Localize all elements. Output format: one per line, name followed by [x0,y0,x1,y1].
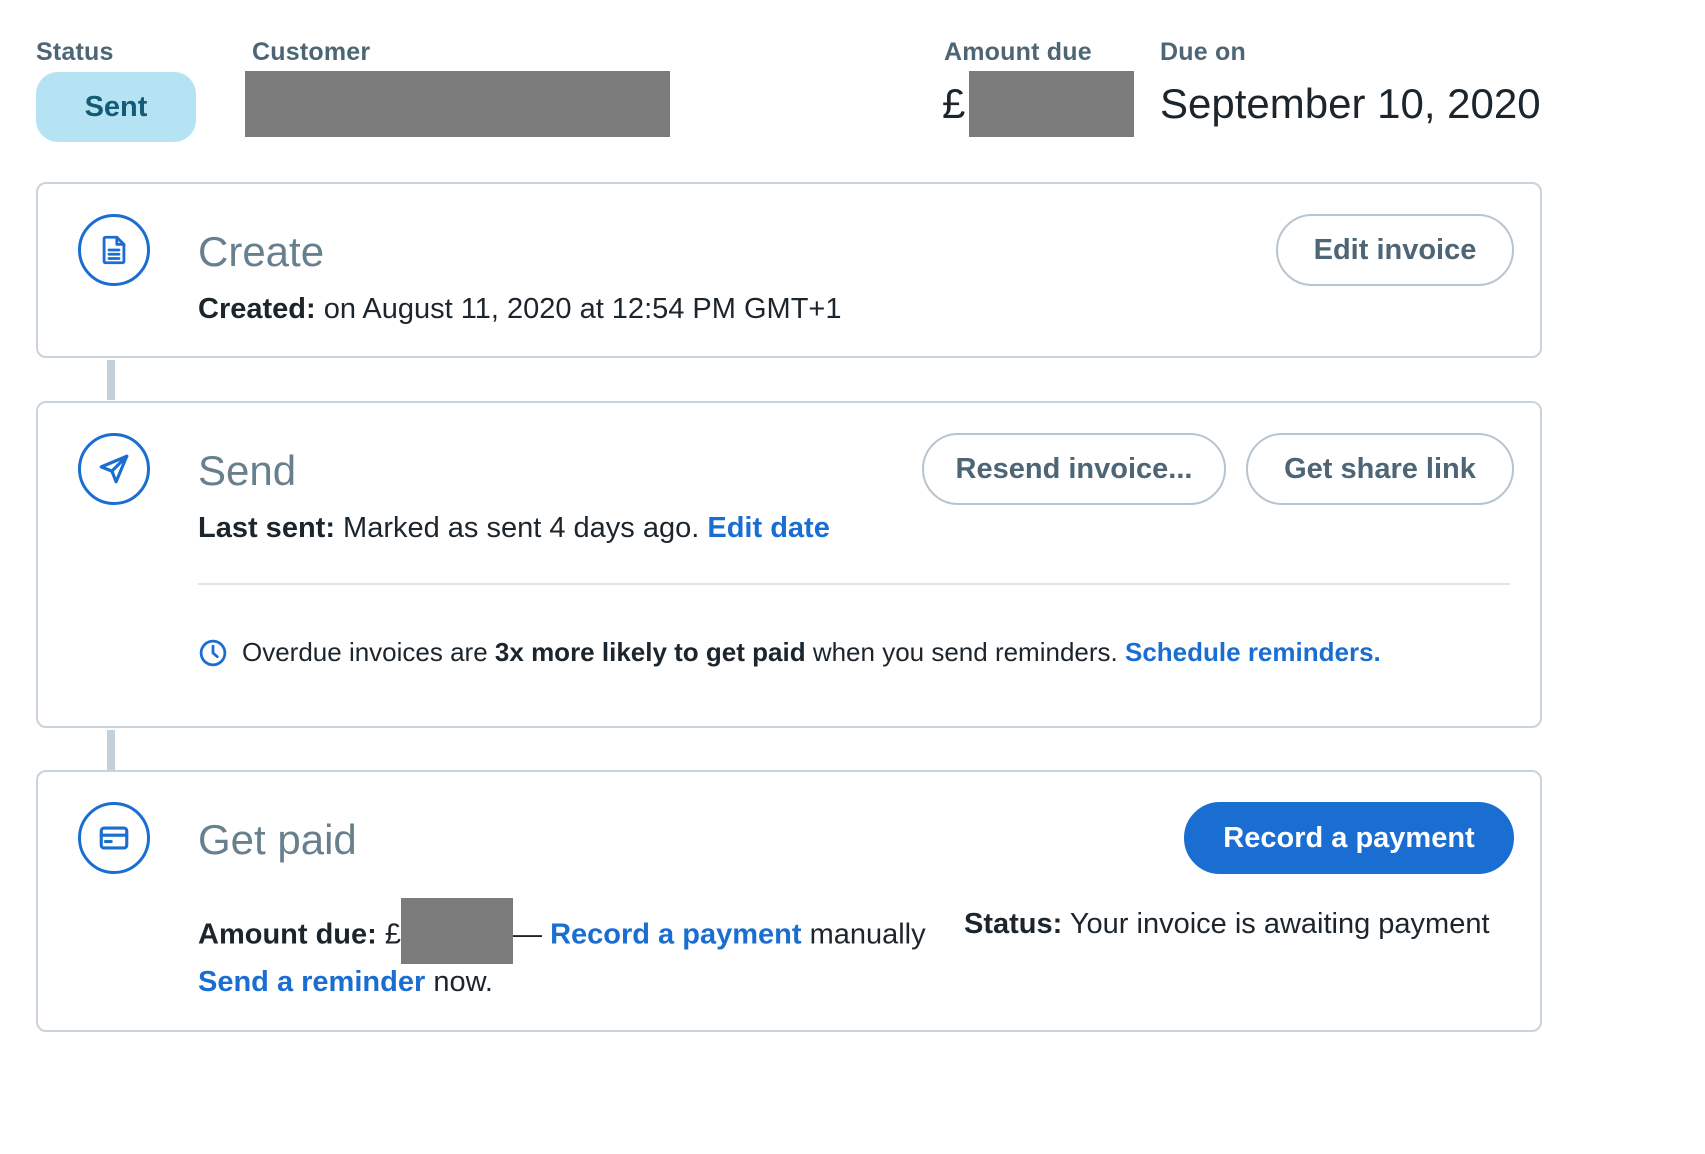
dash: — [513,918,543,951]
credit-card-icon [78,802,150,874]
status-label: Status [36,38,114,66]
record-payment-button[interactable]: Record a payment [1184,802,1514,874]
send-step-title: Send [198,447,297,494]
last-sent-value: Marked as sent 4 days ago. [343,512,700,544]
get-paid-step-title: Get paid [198,816,357,863]
reminder-suffix: now. [433,966,493,998]
reminder-tip: Overdue invoices are 3x more likely to g… [198,637,1381,668]
created-value: on August 11, 2020 at 12:54 PM GMT+1 [323,293,842,325]
timeline-connector [107,360,115,400]
record-payment-link[interactable]: Record a payment [550,919,801,951]
edit-date-link[interactable]: Edit date [707,512,829,544]
get-paid-step-card: Get paid Record a payment Amount due: £ —… [36,770,1542,1032]
status-badge: Sent [36,72,196,142]
payment-status-info: Status: Your invoice is awaiting payment [964,908,1490,941]
last-sent-info: Last sent: Marked as sent 4 days ago. Ed… [198,512,830,545]
due-on-value: September 10, 2020 [1160,80,1541,127]
create-step-card: Create Created: on August 11, 2020 at 12… [36,182,1542,358]
last-sent-label: Last sent: [198,512,335,544]
create-step-title: Create [198,228,325,275]
resend-invoice-button[interactable]: Resend invoice... [922,433,1226,505]
get-paid-amount-label: Amount due: [198,918,377,951]
send-reminder-link[interactable]: Send a reminder [198,966,425,998]
amount-due-currency: £ [942,80,966,127]
payment-status-label: Status: [964,908,1063,940]
get-share-link-button[interactable]: Get share link [1246,433,1514,505]
paper-plane-icon [78,433,150,505]
manually-text: manually [809,918,926,951]
due-on-label: Due on [1160,38,1246,66]
section-divider [198,583,1510,585]
amount-due-redacted [969,71,1134,137]
payment-status-value: Your invoice is awaiting payment [1069,908,1490,940]
get-paid-currency: £ [384,918,402,951]
document-icon [78,214,150,286]
tip-suffix: when you send reminders. [812,637,1118,667]
tip-prefix: Overdue invoices are [242,637,488,667]
schedule-reminders-link[interactable]: Schedule reminders. [1125,637,1381,668]
amount-due-info: Amount due: £ — Record a payment manually [198,898,926,964]
amount-due-label: Amount due [944,38,1092,66]
clock-icon [199,639,227,666]
timeline-connector [107,730,115,770]
customer-name-redacted [245,71,670,137]
tip-bold: 3x more likely to get paid [494,637,806,667]
send-step-card: Send Last sent: Marked as sent 4 days ag… [36,401,1542,728]
created-info: Created: on August 11, 2020 at 12:54 PM … [198,293,842,326]
reminder-info: Send a reminder now. [198,966,493,999]
get-paid-amount-redacted [401,898,514,964]
created-label: Created: [198,293,316,325]
customer-label: Customer [252,38,371,66]
edit-invoice-button[interactable]: Edit invoice [1276,214,1514,286]
